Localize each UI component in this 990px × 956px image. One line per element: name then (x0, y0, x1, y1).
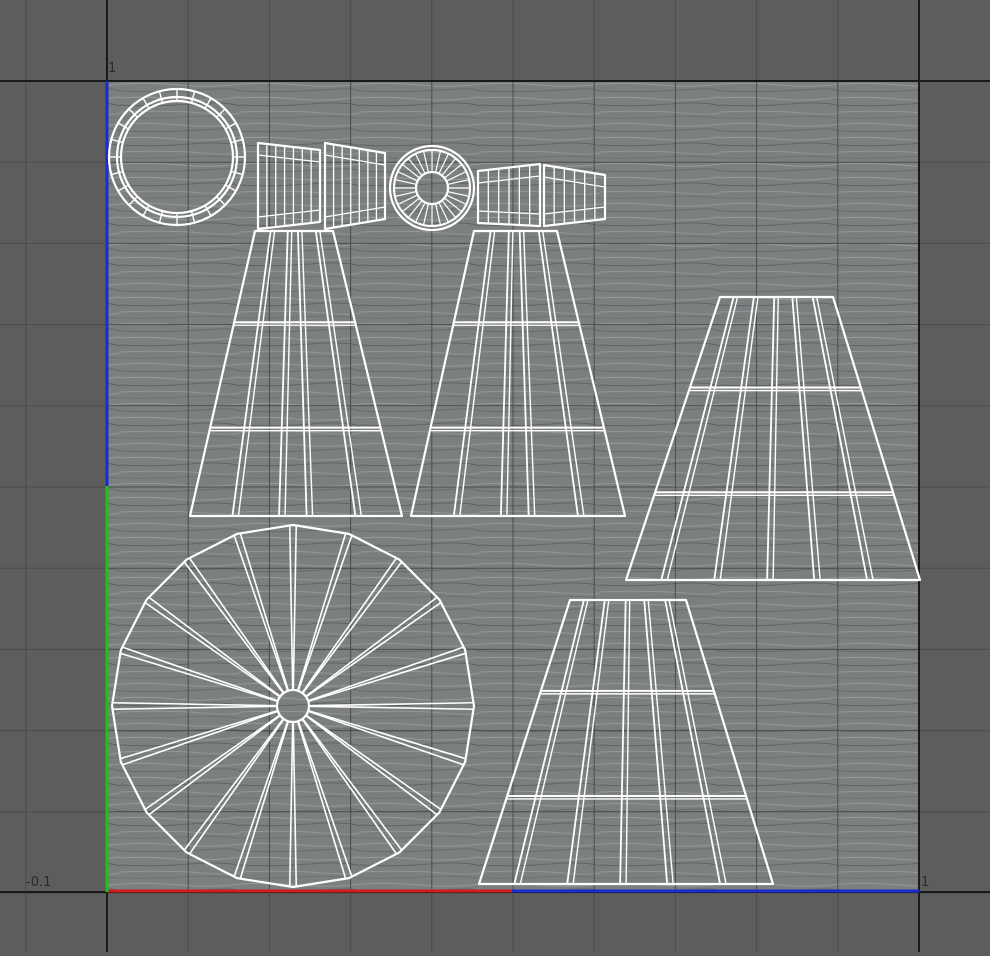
u-axis-max-label: 1 (921, 875, 930, 890)
uv-canvas[interactable] (0, 0, 990, 952)
uv-editor-viewport[interactable]: 1 1 -0.1 (0, 0, 990, 952)
origin-offset-label: -0.1 (26, 875, 52, 890)
v-axis-max-label: 1 (108, 61, 117, 76)
